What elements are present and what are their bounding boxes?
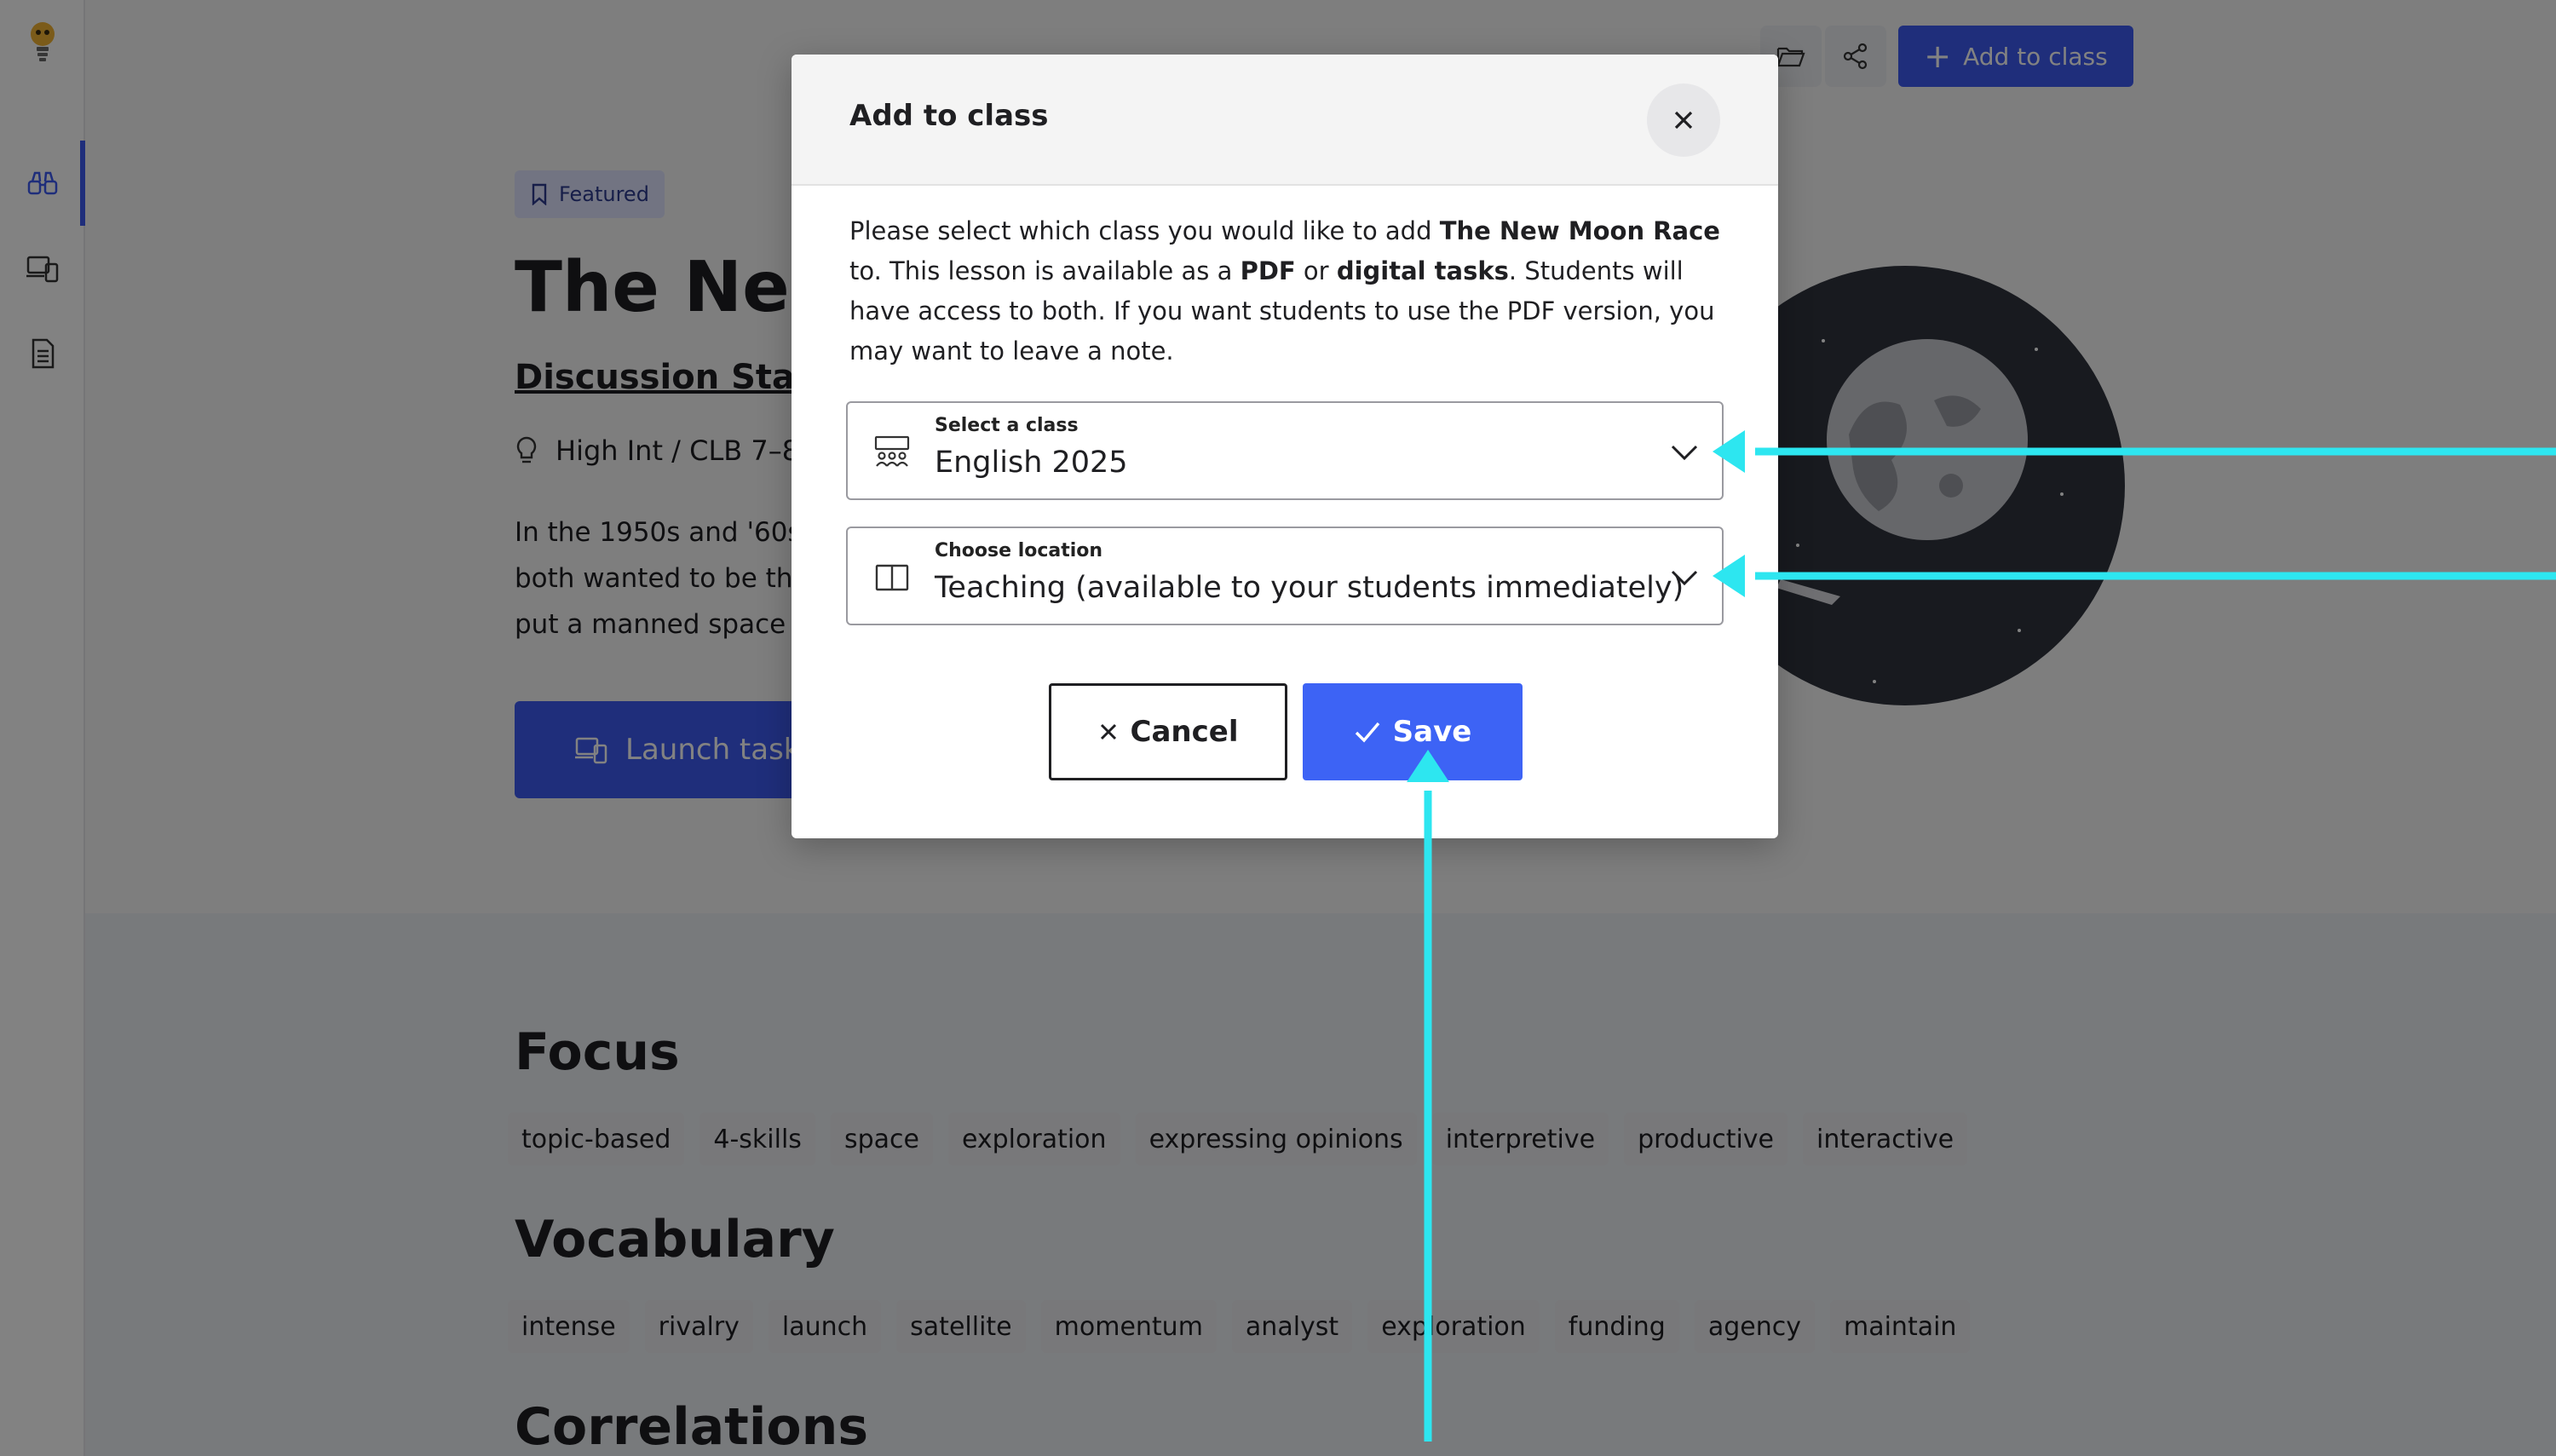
format-digital: digital tasks (1336, 256, 1509, 285)
close-icon (1674, 111, 1693, 129)
location-select[interactable]: Choose location Teaching (available to y… (846, 527, 1724, 625)
classroom-icon (874, 435, 910, 467)
checkmark-icon (1355, 722, 1379, 743)
message-text: to. This lesson is available as a (849, 256, 1241, 285)
message-text: Please select which class you would like… (849, 216, 1440, 245)
close-button[interactable] (1647, 83, 1720, 157)
dialog-header: Add to class (792, 55, 1778, 186)
format-pdf: PDF (1240, 256, 1296, 285)
save-label: Save (1392, 715, 1472, 749)
close-icon (1100, 723, 1116, 740)
class-select-value: English 2025 (935, 446, 1128, 480)
dialog-title: Add to class (849, 99, 1049, 133)
class-select-label: Select a class (935, 415, 1079, 436)
cancel-label: Cancel (1130, 715, 1239, 749)
dialog-message: Please select which class you would like… (849, 211, 1727, 371)
add-to-class-dialog: Add to class Please select which class y… (792, 55, 1778, 838)
message-text: or (1295, 256, 1337, 285)
class-select[interactable]: Select a class English 2025 (846, 401, 1724, 500)
location-select-label: Choose location (935, 540, 1103, 561)
save-button[interactable]: Save (1303, 683, 1523, 780)
cancel-button[interactable]: Cancel (1049, 683, 1287, 780)
book-open-icon (875, 564, 909, 591)
lesson-name: The New Moon Race (1439, 216, 1720, 245)
chevron-down-icon (1671, 570, 1698, 586)
chevron-down-icon (1671, 445, 1698, 461)
location-select-value: Teaching (available to your students imm… (935, 571, 1684, 605)
